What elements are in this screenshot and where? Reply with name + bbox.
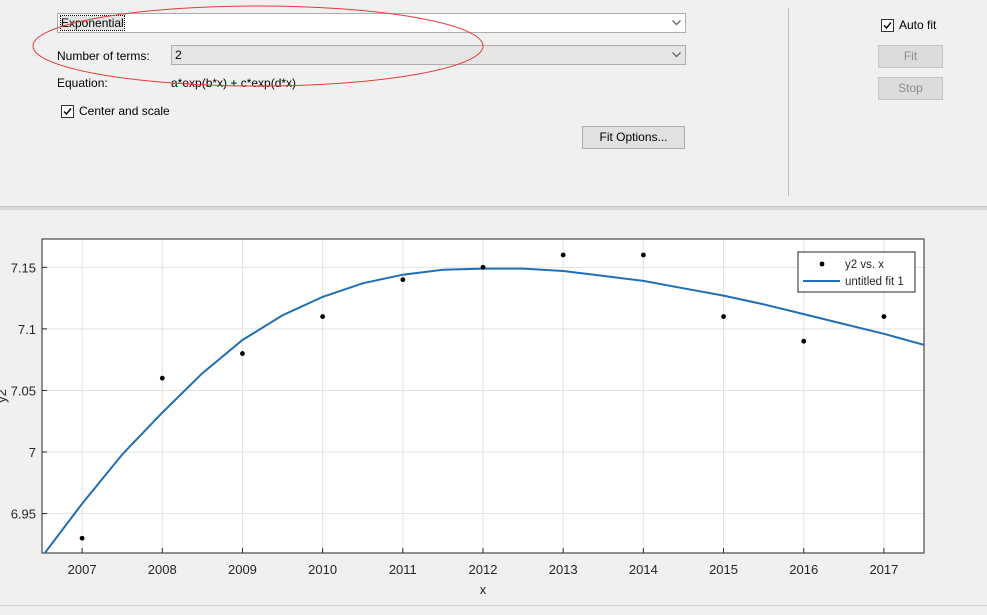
auto-fit-checkbox[interactable] [881, 18, 894, 32]
x-tick-label: 2014 [629, 562, 658, 577]
y-tick-label: 7.05 [11, 383, 36, 398]
auto-fit-label: Auto fit [899, 18, 937, 32]
data-point [320, 314, 326, 319]
auto-fit-checkbox-row[interactable]: Auto fit [881, 18, 936, 32]
fit-button[interactable]: Fit [878, 45, 943, 68]
y-tick-label: 7.1 [18, 322, 36, 337]
x-axis-label: x [480, 582, 487, 597]
data-point [79, 535, 85, 541]
panel-divider [788, 8, 789, 196]
y-tick-label: 7.15 [11, 260, 36, 275]
x-tick-label: 2013 [549, 562, 578, 577]
data-point [240, 351, 245, 356]
center-scale-label: Center and scale [79, 104, 170, 118]
legend-label-points: y2 vs. x [845, 259, 884, 271]
x-tick-label: 2007 [68, 562, 97, 577]
stop-button[interactable]: Stop [878, 77, 943, 100]
x-tick-label: 2011 [389, 562, 417, 577]
y-axis-label: y2 [0, 389, 9, 403]
data-point [159, 375, 165, 381]
fit-options-button[interactable]: Fit Options... [582, 126, 685, 149]
y-tick-label: 6.95 [11, 507, 36, 522]
data-point [881, 314, 887, 319]
center-scale-checkbox-row[interactable]: Center and scale [61, 104, 170, 118]
x-tick-label: 2016 [789, 562, 818, 577]
data-point [721, 314, 726, 319]
data-point [640, 252, 646, 258]
data-point [480, 264, 486, 270]
chevron-down-icon [667, 46, 685, 64]
x-tick-label: 2009 [228, 562, 257, 577]
chevron-down-icon [667, 14, 685, 32]
fit-chart[interactable]: 2007 2008 2009 2010 2011 2012 2013 2014 2015 2016… [0, 210, 987, 605]
x-tick-label: 2008 [148, 562, 177, 577]
fit-settings-panel: Exponential Number of terms: 2 Equation:… [0, 0, 987, 205]
annotation-ellipse [32, 5, 484, 87]
legend-label-fit: untitled fit 1 [845, 276, 904, 288]
data-point [560, 252, 566, 258]
legend-marker-points [819, 261, 825, 267]
x-tick-label: 2015 [709, 562, 738, 577]
plot-area: 2007 2008 2009 2010 2011 2012 2013 2014 2015 2016… [0, 210, 987, 605]
x-tick-label: 2017 [869, 562, 898, 577]
y-tick-label: 7 [29, 445, 36, 460]
data-point [400, 277, 406, 283]
center-scale-checkbox[interactable] [61, 104, 74, 118]
x-tick-label: 2012 [469, 562, 498, 577]
data-point [801, 338, 807, 344]
x-tick-label: 2010 [308, 562, 337, 577]
